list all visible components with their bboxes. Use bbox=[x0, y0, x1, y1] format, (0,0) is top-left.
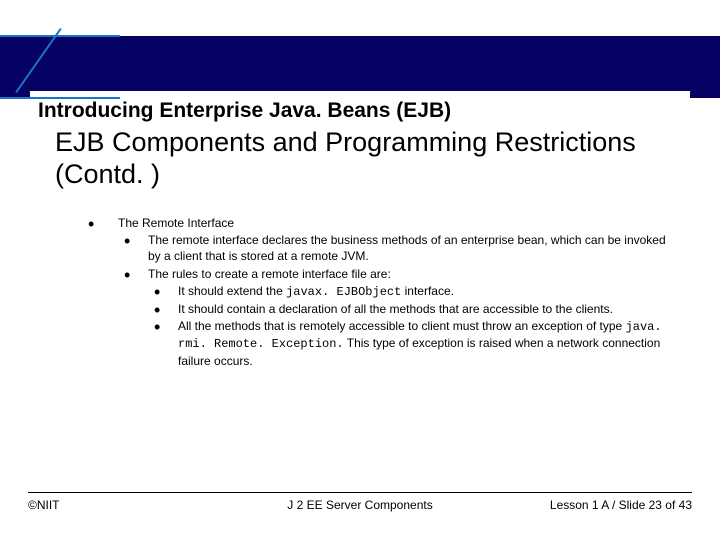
bullet-list: The Remote Interface The remote interfac… bbox=[88, 215, 678, 369]
bullet-title: The Remote Interface bbox=[118, 216, 234, 230]
list-item: The rules to create a remote interface f… bbox=[118, 266, 678, 369]
list-item: The Remote Interface The remote interfac… bbox=[88, 215, 678, 369]
header-band: Introducing Enterprise Java. Beans (EJB) bbox=[0, 36, 720, 98]
list-item: The remote interface declares the busine… bbox=[118, 232, 678, 264]
slide: Introducing Enterprise Java. Beans (EJB)… bbox=[0, 0, 720, 540]
footer-right: Lesson 1 A / Slide 23 of 43 bbox=[550, 498, 692, 512]
footer-left: ©NIIT bbox=[28, 498, 60, 512]
list-item: It should extend the javax. EJBObject in… bbox=[148, 283, 678, 300]
code-text: javax. EJBObject bbox=[286, 285, 401, 299]
footer: ©NIIT J 2 EE Server Components Lesson 1 … bbox=[28, 498, 692, 512]
content-heading: EJB Components and Programming Restricti… bbox=[55, 126, 670, 191]
list-item: All the methods that is remotely accessi… bbox=[148, 318, 678, 369]
header-accent-line bbox=[15, 28, 61, 93]
slide-header-title: Introducing Enterprise Java. Beans (EJB) bbox=[38, 99, 451, 123]
footer-divider bbox=[28, 492, 692, 493]
list-item: It should contain a declaration of all t… bbox=[148, 301, 678, 317]
slide-header: Introducing Enterprise Java. Beans (EJB) bbox=[30, 91, 690, 131]
